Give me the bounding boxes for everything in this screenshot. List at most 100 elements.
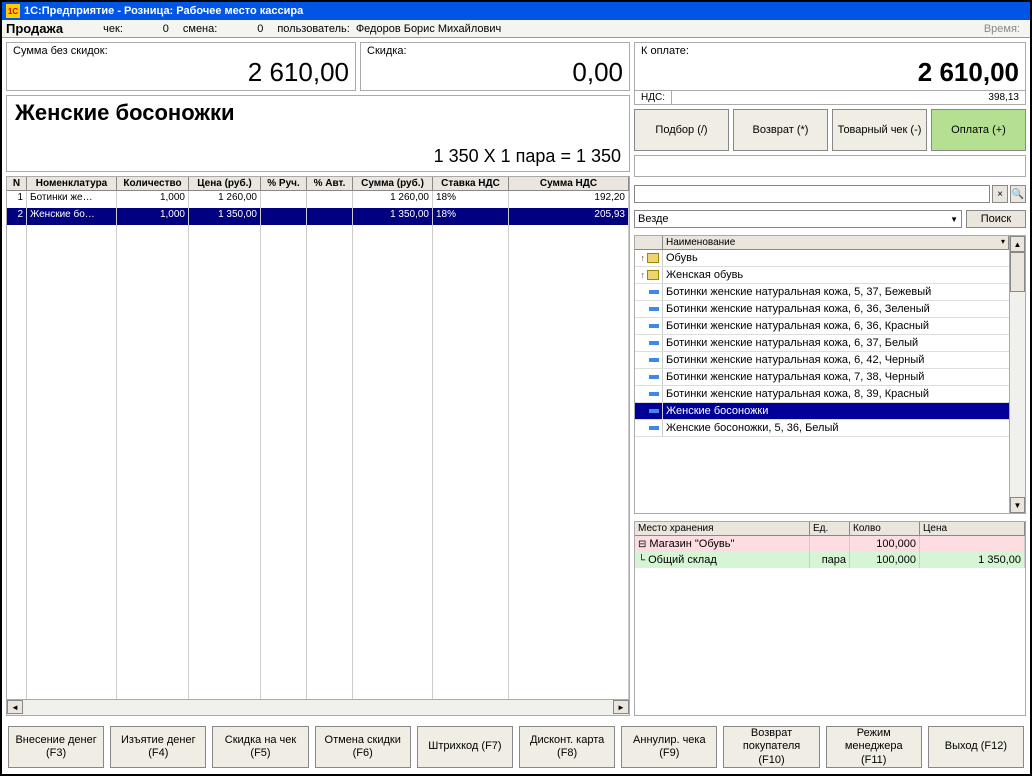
product-calc: 1 350 X 1 пара = 1 350 bbox=[15, 146, 621, 167]
items-grid[interactable]: N Номенклатура Количество Цена (руб.) % … bbox=[6, 176, 630, 716]
total-box: К оплате: 2 610,00 НДС: 398,13 bbox=[634, 42, 1026, 105]
fkey-button[interactable]: Режим менеджера(F11) bbox=[826, 726, 922, 768]
tree-row[interactable]: Ботинки женские натуральная кожа, 8, 39,… bbox=[635, 386, 1009, 403]
stock-grid[interactable]: Место хранения Ед. Колво Цена ⊟Магазин "… bbox=[634, 521, 1026, 716]
chevron-down-icon: ▾ bbox=[1001, 237, 1005, 248]
tree-expand-icon[interactable]: ⊟ bbox=[638, 539, 646, 550]
tree-expand-icon[interactable]: └ bbox=[638, 555, 645, 566]
stock-row[interactable]: └Общий складпара100,0001 350,00 bbox=[635, 552, 1025, 568]
tree-label: Ботинки женские натуральная кожа, 5, 37,… bbox=[663, 286, 931, 298]
col-price[interactable]: Цена (руб.) bbox=[189, 177, 261, 190]
spacer-panel bbox=[634, 155, 1026, 177]
tree-label: Женские босоножки bbox=[663, 405, 768, 417]
receipt-button[interactable]: Товарный чек (-) bbox=[832, 109, 927, 151]
tree-row[interactable]: Ботинки женские натуральная кожа, 5, 37,… bbox=[635, 284, 1009, 301]
item-icon bbox=[649, 324, 659, 328]
tree-row[interactable]: Ботинки женские натуральная кожа, 7, 38,… bbox=[635, 369, 1009, 386]
return-button[interactable]: Возврат (*) bbox=[733, 109, 828, 151]
folder-icon bbox=[647, 253, 659, 263]
time-label: Время: bbox=[984, 23, 1020, 35]
vat-value: 398,13 bbox=[672, 91, 1025, 104]
grid-hscroll[interactable]: ◄ ► bbox=[7, 699, 629, 715]
col-vat-sum[interactable]: Сумма НДС bbox=[509, 177, 629, 190]
scroll-right-icon[interactable]: ► bbox=[613, 700, 629, 714]
fkey-button[interactable]: Штрихкод (F7) bbox=[417, 726, 513, 768]
tree-row[interactable]: Женские босоножки, 5, 36, Белый bbox=[635, 420, 1009, 437]
scroll-up-icon[interactable]: ▲ bbox=[1010, 236, 1025, 252]
tree-label: Женская обувь bbox=[663, 269, 743, 281]
grid-row[interactable]: 2Женские бо…1,0001 350,001 350,0018%205,… bbox=[7, 208, 629, 225]
scroll-thumb[interactable] bbox=[1010, 252, 1025, 292]
search-scope-combo[interactable]: Везде ▼ bbox=[634, 210, 962, 228]
col-pct-auto[interactable]: % Авт. bbox=[307, 177, 353, 190]
col-n[interactable]: N bbox=[7, 177, 27, 190]
collapse-icon[interactable]: ↑ bbox=[641, 253, 646, 263]
tree-row[interactable]: Ботинки женские натуральная кожа, 6, 36,… bbox=[635, 301, 1009, 318]
search-input[interactable] bbox=[634, 185, 990, 203]
col-quantity[interactable]: Количество bbox=[117, 177, 189, 190]
item-icon bbox=[649, 358, 659, 362]
tree-label: Обувь bbox=[663, 252, 698, 264]
grid-header: N Номенклатура Количество Цена (руб.) % … bbox=[7, 177, 629, 191]
current-product-box: Женские босоножки 1 350 X 1 пара = 1 350 bbox=[6, 95, 630, 172]
fkey-button[interactable]: Аннулир. чека(F9) bbox=[621, 726, 717, 768]
tree-label: Ботинки женские натуральная кожа, 6, 42,… bbox=[663, 354, 924, 366]
vat-label: НДС: bbox=[635, 91, 672, 104]
col-nomenclature[interactable]: Номенклатура bbox=[27, 177, 117, 190]
fkey-button[interactable]: Изъятие денег(F4) bbox=[110, 726, 206, 768]
tree-label: Ботинки женские натуральная кожа, 7, 38,… bbox=[663, 371, 924, 383]
collapse-icon[interactable]: ↑ bbox=[641, 270, 646, 280]
stock-col-price[interactable]: Цена bbox=[920, 522, 1025, 535]
grid-row[interactable]: 1Ботинки же…1,0001 260,001 260,0018%192,… bbox=[7, 191, 629, 208]
total-label: К оплате: bbox=[641, 45, 1019, 57]
fkey-toolbar: Внесение денег(F3)Изъятие денег(F4)Скидк… bbox=[2, 720, 1030, 774]
tree-row[interactable]: Ботинки женские натуральная кожа, 6, 37,… bbox=[635, 335, 1009, 352]
fkey-button[interactable]: Внесение денег(F3) bbox=[8, 726, 104, 768]
tree-row[interactable]: ↑ Женская обувь bbox=[635, 267, 1009, 284]
item-icon bbox=[649, 409, 659, 413]
tree-header-icon bbox=[635, 236, 663, 249]
user-value: Федоров Борис Михайлович bbox=[356, 23, 501, 35]
tree-header-name[interactable]: Наименование ▾ bbox=[663, 236, 1009, 249]
search-icon[interactable]: 🔍 bbox=[1010, 185, 1026, 203]
pay-button[interactable]: Оплата (+) bbox=[931, 109, 1026, 151]
mode-label: Продажа bbox=[6, 21, 63, 36]
item-icon bbox=[649, 426, 659, 430]
app-window: 1C 1С:Предприятие - Розница: Рабочее мес… bbox=[0, 0, 1032, 776]
scroll-left-icon[interactable]: ◄ bbox=[7, 700, 23, 714]
item-icon bbox=[649, 341, 659, 345]
tree-row[interactable]: Ботинки женские натуральная кожа, 6, 36,… bbox=[635, 318, 1009, 335]
fkey-button[interactable]: Скидка на чек(F5) bbox=[212, 726, 308, 768]
total-value: 2 610,00 bbox=[641, 57, 1019, 88]
product-name: Женские босоножки bbox=[15, 100, 621, 126]
stock-row[interactable]: ⊟Магазин "Обувь"100,000 bbox=[635, 536, 1025, 552]
item-icon bbox=[649, 375, 659, 379]
shift-label: смена: bbox=[183, 23, 217, 35]
col-pct-manual[interactable]: % Руч. bbox=[261, 177, 307, 190]
fkey-button[interactable]: Выход (F12) bbox=[928, 726, 1024, 768]
sum-no-discount-value: 2 610,00 bbox=[13, 57, 349, 88]
fkey-button[interactable]: Возврат покупателя(F10) bbox=[723, 726, 819, 768]
fkey-button[interactable]: Отмена скидки(F6) bbox=[315, 726, 411, 768]
stock-col-place[interactable]: Место хранения bbox=[635, 522, 810, 535]
tree-row[interactable]: ↑ Обувь bbox=[635, 250, 1009, 267]
select-button[interactable]: Подбор (/) bbox=[634, 109, 729, 151]
check-label: чек: bbox=[103, 23, 123, 35]
scroll-down-icon[interactable]: ▼ bbox=[1010, 497, 1025, 513]
col-vat-rate[interactable]: Ставка НДС bbox=[433, 177, 509, 190]
check-value: 0 bbox=[129, 23, 169, 35]
col-sum[interactable]: Сумма (руб.) bbox=[353, 177, 433, 190]
app-icon: 1C bbox=[6, 4, 20, 18]
tree-row[interactable]: Ботинки женские натуральная кожа, 6, 42,… bbox=[635, 352, 1009, 369]
item-icon bbox=[649, 290, 659, 294]
stock-col-qty[interactable]: Колво bbox=[850, 522, 920, 535]
tree-vscroll[interactable]: ▲ ▼ bbox=[1009, 236, 1025, 513]
nomenclature-tree[interactable]: Наименование ▾ ↑ Обувь ↑ Женская обувь Ботин… bbox=[634, 235, 1026, 514]
item-icon bbox=[649, 392, 659, 396]
stock-col-unit[interactable]: Ед. bbox=[810, 522, 850, 535]
shift-value: 0 bbox=[223, 23, 263, 35]
tree-row[interactable]: Женские босоножки bbox=[635, 403, 1009, 420]
fkey-button[interactable]: Дисконт. карта(F8) bbox=[519, 726, 615, 768]
search-button[interactable]: Поиск bbox=[966, 210, 1026, 228]
clear-search-icon[interactable]: × bbox=[992, 185, 1008, 203]
